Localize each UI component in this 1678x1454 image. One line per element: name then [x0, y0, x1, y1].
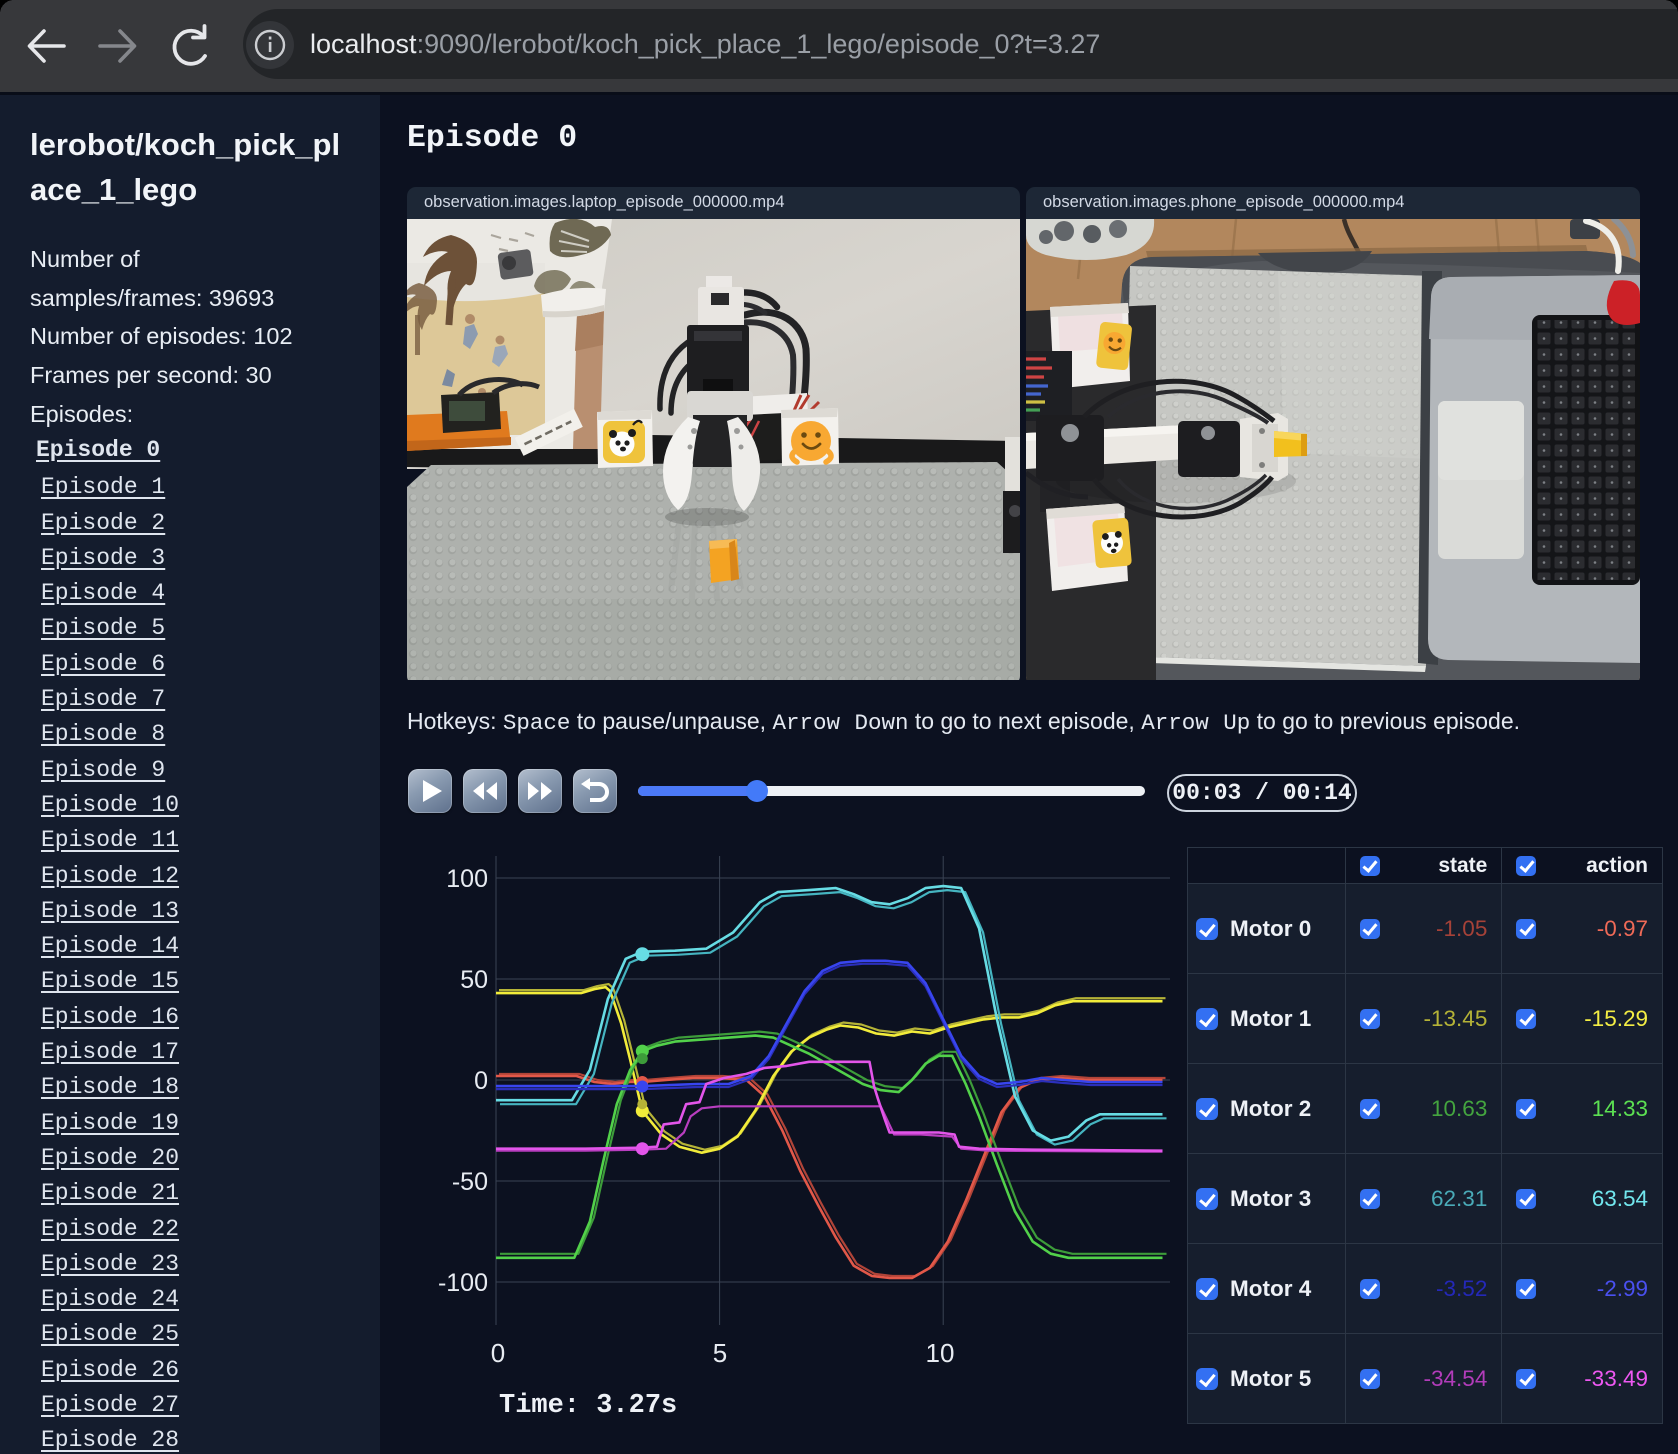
svg-text:-50: -50 [452, 1168, 488, 1196]
svg-text:10: 10 [926, 1338, 955, 1368]
svg-text:0: 0 [474, 1067, 488, 1095]
svg-text:5: 5 [713, 1338, 727, 1368]
svg-text:0: 0 [491, 1338, 505, 1368]
svg-text:50: 50 [460, 966, 488, 994]
svg-text:Time: 3.27s: Time: 3.27s [499, 1391, 677, 1421]
svg-text:-100: -100 [438, 1269, 488, 1297]
svg-text:100: 100 [446, 865, 488, 893]
